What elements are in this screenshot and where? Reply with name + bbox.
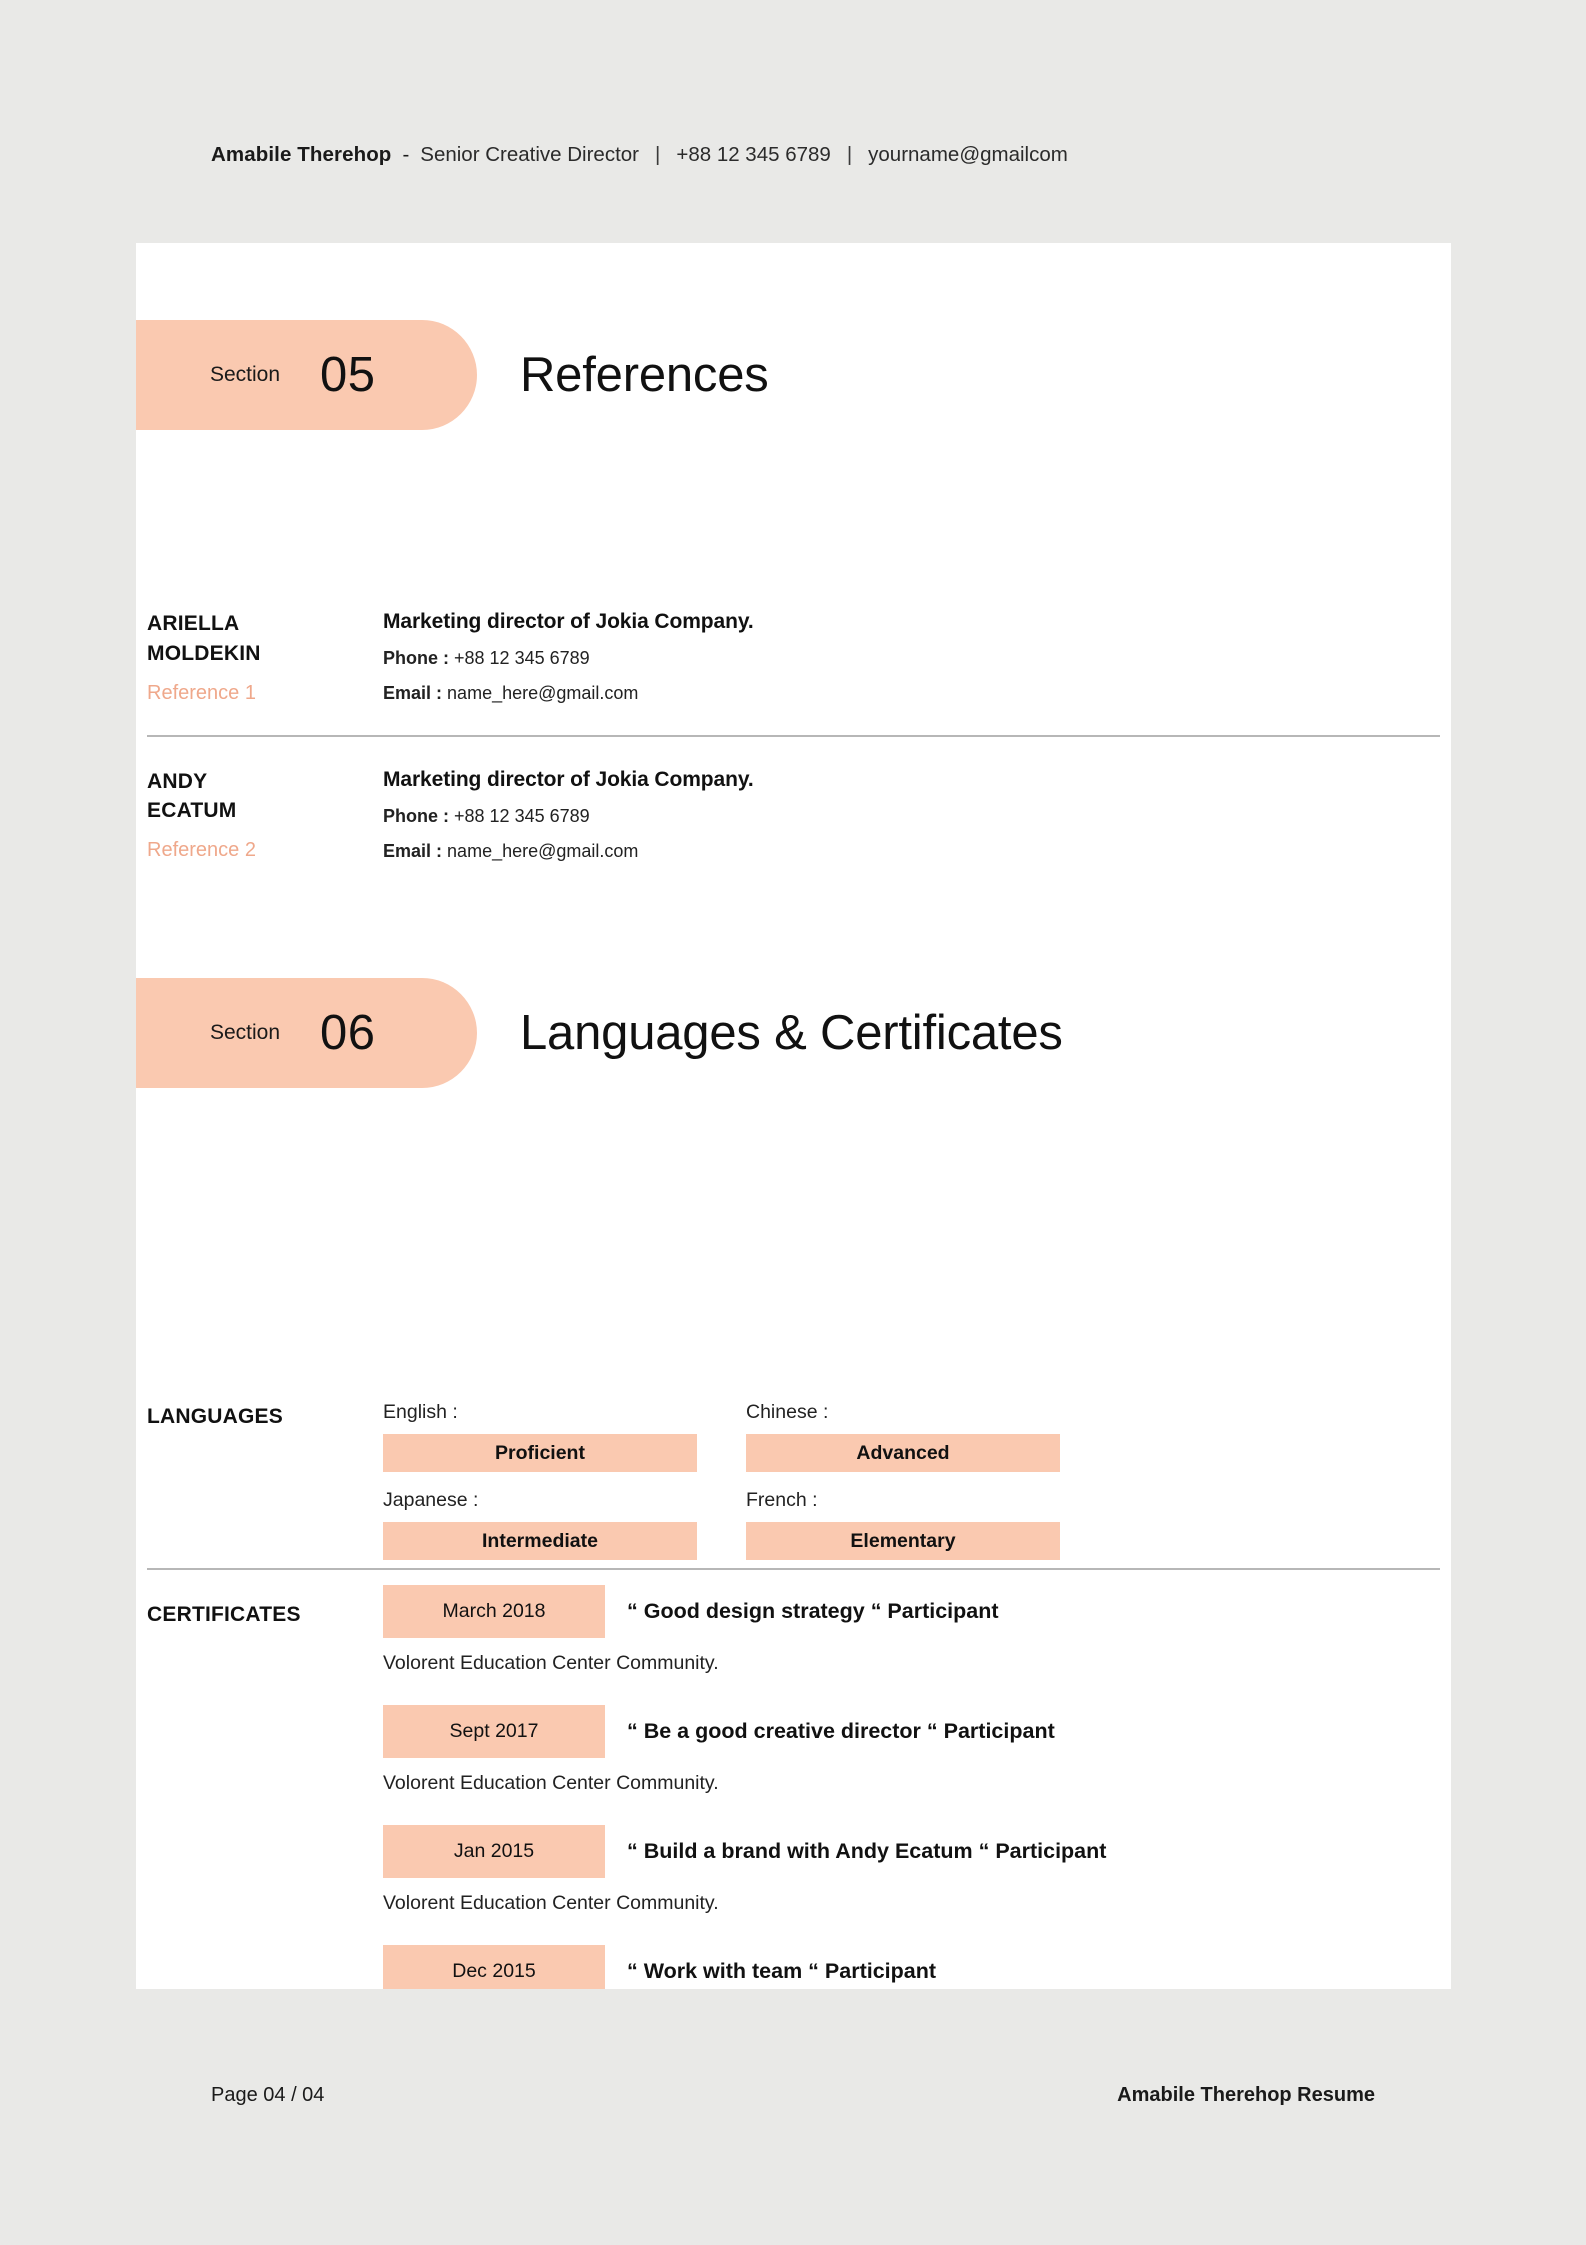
footer-row: Page 04 / 04 Amabile Therehop Resume bbox=[211, 2084, 1375, 2107]
reference-phone-value-2: +88 12 345 6789 bbox=[454, 806, 590, 826]
reference-name-line1: ARIELLA bbox=[147, 609, 383, 639]
section-number-05: 05 bbox=[320, 347, 376, 403]
section-label-06: Section bbox=[210, 1021, 280, 1045]
certificate-org-2: Volorent Education Center Community. bbox=[383, 1772, 1440, 1795]
languages-block: LANGUAGES English : Proficient Chinese :… bbox=[147, 1405, 1440, 1429]
resume-page-sheet: Section 05 References ARIELLA MOLDEKIN R… bbox=[136, 243, 1451, 1989]
language-item-english: English : Proficient bbox=[383, 1401, 697, 1472]
section-header-languages-certificates: Section 06 Languages & Certificates bbox=[136, 978, 1451, 1088]
header-job-title: Senior Creative Director bbox=[420, 143, 639, 167]
document-footer: Page 04 / 04 Amabile Therehop Resume bbox=[0, 1989, 1586, 2245]
language-level-french: Elementary bbox=[746, 1522, 1060, 1560]
reference-email-label-2: Email : bbox=[383, 841, 442, 861]
reference-email-label-1: Email : bbox=[383, 683, 442, 703]
reference-name-line2: MOLDEKIN bbox=[147, 639, 383, 669]
reference-role-1: Marketing director of Jokia Company. bbox=[383, 610, 1440, 634]
section-title-references: References bbox=[520, 347, 769, 403]
reference-phone-label-2: Phone : bbox=[383, 806, 449, 826]
certificate-header-2: Sept 2017 “ Be a good creative director … bbox=[383, 1705, 1440, 1758]
document-header: Amabile Therehop - Senior Creative Direc… bbox=[0, 0, 1586, 240]
header-contact-line: Amabile Therehop - Senior Creative Direc… bbox=[211, 143, 1068, 167]
reference-email-row-1: Email : name_here@gmail.com bbox=[383, 683, 1440, 704]
reference-person-1: ARIELLA MOLDEKIN Reference 1 bbox=[147, 609, 383, 705]
section-number-06: 06 bbox=[320, 1005, 376, 1061]
reference-tag-1: Reference 1 bbox=[147, 682, 383, 705]
table-row: ARIELLA MOLDEKIN Reference 1 Marketing d… bbox=[147, 609, 1440, 737]
reference-phone-row-2: Phone : +88 12 345 6789 bbox=[383, 806, 1440, 827]
language-name-chinese: Chinese : bbox=[746, 1401, 1060, 1424]
reference-email-value-2: name_here@gmail.com bbox=[447, 841, 638, 861]
language-level-english: Proficient bbox=[383, 1434, 697, 1472]
header-person-name: Amabile Therehop bbox=[211, 143, 391, 167]
language-level-japanese: Intermediate bbox=[383, 1522, 697, 1560]
certificate-org-1: Volorent Education Center Community. bbox=[383, 1652, 1440, 1675]
header-separator-dash: - bbox=[391, 143, 420, 167]
reference-email-row-2: Email : name_here@gmail.com bbox=[383, 841, 1440, 862]
references-list: ARIELLA MOLDEKIN Reference 1 Marketing d… bbox=[147, 609, 1440, 892]
reference-tag-2: Reference 2 bbox=[147, 839, 383, 862]
section-title-languages-certificates: Languages & Certificates bbox=[520, 1005, 1063, 1061]
languages-grid: English : Proficient Chinese : Advanced … bbox=[383, 1401, 1440, 1560]
reference-phone-value-1: +88 12 345 6789 bbox=[454, 648, 590, 668]
reference-person-2: ANDY ECATUM Reference 2 bbox=[147, 767, 383, 863]
section-pill-06: Section 06 bbox=[136, 978, 477, 1088]
certificates-block: CERTIFICATES March 2018 “ Good design st… bbox=[147, 1603, 1440, 1627]
language-name-japanese: Japanese : bbox=[383, 1489, 697, 1512]
list-item: Jan 2015 “ Build a brand with Andy Ecatu… bbox=[383, 1825, 1440, 1915]
section-pill-05: Section 05 bbox=[136, 320, 477, 430]
language-name-english: English : bbox=[383, 1401, 697, 1424]
footer-page-number: Page 04 / 04 bbox=[211, 2084, 324, 2107]
certificate-name-4: “ Work with team “ Participant bbox=[627, 1959, 936, 1984]
reference-role-2: Marketing director of Jokia Company. bbox=[383, 768, 1440, 792]
language-name-french: French : bbox=[746, 1489, 1060, 1512]
reference-details-2: Marketing director of Jokia Company. Pho… bbox=[383, 767, 1440, 863]
list-item: March 2018 “ Good design strategy “ Part… bbox=[383, 1585, 1440, 1675]
language-item-chinese: Chinese : Advanced bbox=[746, 1401, 1060, 1472]
certificate-date-1: March 2018 bbox=[383, 1585, 605, 1638]
language-level-chinese: Advanced bbox=[746, 1434, 1060, 1472]
certificate-name-3: “ Build a brand with Andy Ecatum “ Parti… bbox=[627, 1839, 1106, 1864]
language-item-french: French : Elementary bbox=[746, 1489, 1060, 1560]
certificate-date-3: Jan 2015 bbox=[383, 1825, 605, 1878]
header-phone: +88 12 345 6789 bbox=[676, 143, 830, 167]
reference-phone-row-1: Phone : +88 12 345 6789 bbox=[383, 648, 1440, 669]
reference-email-value-1: name_here@gmail.com bbox=[447, 683, 638, 703]
footer-document-title: Amabile Therehop Resume bbox=[1117, 2084, 1375, 2107]
certificate-header-1: March 2018 “ Good design strategy “ Part… bbox=[383, 1585, 1440, 1638]
table-row: ANDY ECATUM Reference 2 Marketing direct… bbox=[147, 737, 1440, 893]
reference-details-1: Marketing director of Jokia Company. Pho… bbox=[383, 609, 1440, 705]
certificate-org-3: Volorent Education Center Community. bbox=[383, 1892, 1440, 1915]
reference-phone-label-1: Phone : bbox=[383, 648, 449, 668]
section-header-references: Section 05 References bbox=[136, 320, 1451, 430]
certificate-name-1: “ Good design strategy “ Participant bbox=[627, 1599, 999, 1624]
certificate-name-2: “ Be a good creative director “ Particip… bbox=[627, 1719, 1055, 1744]
section-label-05: Section bbox=[210, 363, 280, 387]
languages-certificates-divider bbox=[147, 1568, 1440, 1570]
header-email: yourname@gmailcom bbox=[868, 143, 1068, 167]
header-separator-pipe-1: | bbox=[639, 143, 676, 167]
list-item: Sept 2017 “ Be a good creative director … bbox=[383, 1705, 1440, 1795]
certificate-date-2: Sept 2017 bbox=[383, 1705, 605, 1758]
header-separator-pipe-2: | bbox=[831, 143, 868, 167]
reference-name-line1: ANDY bbox=[147, 767, 383, 797]
language-item-japanese: Japanese : Intermediate bbox=[383, 1489, 697, 1560]
certificate-header-3: Jan 2015 “ Build a brand with Andy Ecatu… bbox=[383, 1825, 1440, 1878]
reference-name-line2: ECATUM bbox=[147, 796, 383, 826]
